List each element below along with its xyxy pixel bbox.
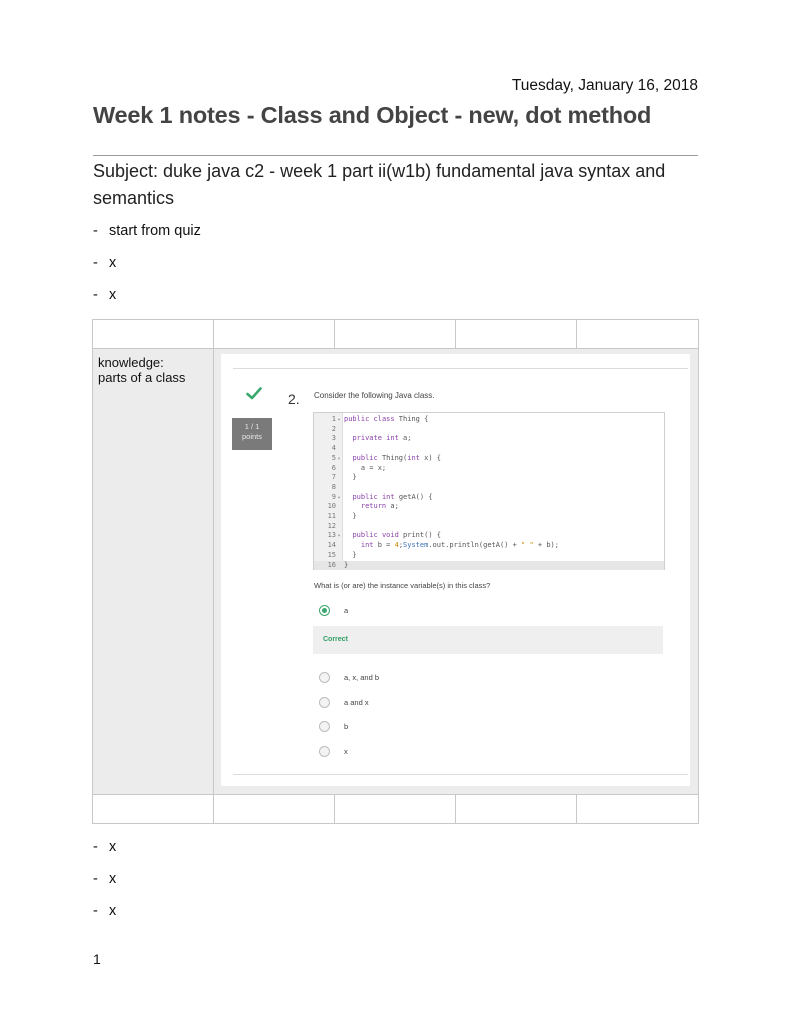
- table-cell: [213, 794, 335, 824]
- radio-empty-icon[interactable]: [319, 746, 330, 757]
- divider: [233, 774, 688, 775]
- knowledge-label: knowledge:: [98, 355, 164, 370]
- notes-table: knowledge: parts of a class 2. 1 / 1 poin…: [92, 319, 699, 824]
- table-cell: [334, 794, 456, 824]
- code-block: 1▾ public class Thing { 2 3 private int a…: [313, 412, 665, 571]
- divider: [233, 368, 688, 369]
- checkmark-icon: [246, 387, 262, 400]
- option-label: b: [344, 722, 349, 731]
- radio-selected-icon[interactable]: [319, 605, 330, 616]
- title-divider: [93, 155, 698, 156]
- table-row: [92, 319, 699, 349]
- bullet-item: - start from quiz: [93, 223, 201, 239]
- quiz-screenshot: 2. 1 / 1 points Consider the following Ja…: [221, 354, 690, 786]
- bullet-item: -x: [93, 871, 117, 887]
- feedback-box: Correct: [313, 626, 663, 654]
- code-line: 4: [331, 444, 336, 453]
- code-line: 12: [327, 521, 336, 530]
- radio-empty-icon[interactable]: [319, 672, 330, 683]
- option-label: a, x, and b: [344, 673, 380, 682]
- table-cell: [92, 794, 214, 824]
- code-line: 8: [331, 482, 336, 491]
- code-line: 16}: [314, 560, 664, 571]
- bullet-item: -x: [93, 839, 117, 855]
- subject-line: Subject: duke java c2 - week 1 part ii(w…: [93, 161, 666, 208]
- knowledge-topic: parts of a class: [98, 370, 186, 385]
- feedback-text: Correct: [323, 636, 348, 643]
- quiz-screenshot-cell: 2. 1 / 1 points Consider the following Ja…: [213, 348, 699, 795]
- table-cell: [334, 319, 456, 349]
- code-line: 1▾ public class Thing {: [314, 415, 429, 425]
- option-label: a and x: [344, 698, 369, 707]
- table-row: knowledge: parts of a class 2. 1 / 1 poin…: [92, 348, 699, 795]
- table-cell: [213, 319, 335, 349]
- code-line: 7 }: [331, 473, 357, 482]
- radio-empty-icon[interactable]: [319, 697, 330, 708]
- code-line: 6 a = x;: [331, 463, 387, 472]
- knowledge-cell: knowledge: parts of a class: [92, 348, 214, 795]
- bullet-item: -x: [93, 255, 117, 271]
- table-cell: [92, 319, 214, 349]
- bullet-item: -x: [93, 903, 117, 919]
- code-line: 3 private int a;: [331, 434, 412, 443]
- page-date: Tuesday, January 16, 2018: [511, 77, 698, 94]
- code-line: 13▾ public void print() {: [314, 531, 441, 541]
- code-line: 2: [331, 424, 336, 433]
- code-line: 11 }: [327, 512, 357, 520]
- points-badge: 1 / 1 points: [232, 418, 272, 450]
- table-cell: [576, 319, 699, 349]
- code-line: 15 }: [327, 550, 357, 559]
- question-prompt: Consider the following Java class.: [314, 391, 435, 400]
- option-label: a: [344, 606, 349, 615]
- answer-prompt: What is (or are) the instance variable(s…: [314, 581, 491, 590]
- code-line: 10 return a;: [327, 502, 399, 511]
- table-cell: [455, 319, 577, 349]
- table-cell: [576, 794, 699, 824]
- table-row: [92, 794, 699, 824]
- table-cell: [455, 794, 577, 824]
- bullet-item: -x: [93, 287, 117, 303]
- radio-empty-icon[interactable]: [319, 721, 330, 732]
- page-number: 1: [93, 951, 101, 967]
- question-number: 2.: [288, 391, 300, 407]
- code-line: 14 int b = 4;System.out.println(getA() +…: [327, 541, 559, 550]
- code-line: 5▾ public Thing(int x) {: [314, 454, 441, 464]
- page-title: Week 1 notes - Class and Object - new, d…: [93, 102, 652, 128]
- code-line: 9▾ public int getA() {: [314, 493, 433, 503]
- option-label: x: [344, 747, 348, 756]
